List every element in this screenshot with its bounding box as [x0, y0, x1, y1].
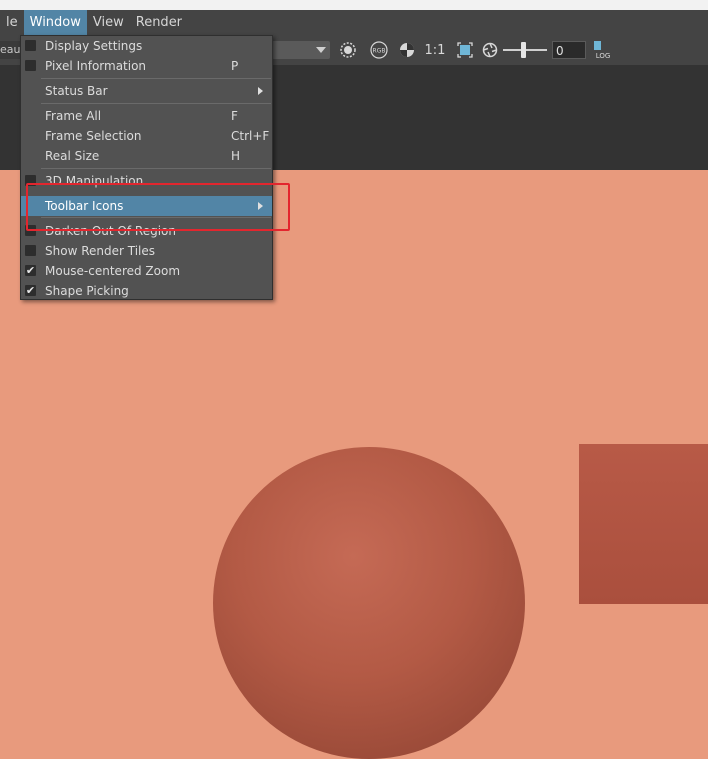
checkbox-icon[interactable] — [25, 60, 36, 71]
menu-separator — [41, 103, 271, 104]
menu-item-label: Real Size — [45, 149, 100, 163]
chevron-down-icon — [316, 47, 326, 53]
submenu-arrow-icon — [258, 87, 263, 95]
checker-icon[interactable] — [397, 40, 417, 60]
menu-separator — [41, 168, 271, 169]
menu-item-shortcut: H — [231, 149, 241, 163]
menu-file[interactable]: le — [0, 10, 24, 35]
menu-item-status-bar[interactable]: Status Bar — [21, 81, 272, 101]
menu-item-display-settings[interactable]: Display Settings — [21, 36, 272, 56]
exposure-slider-handle[interactable] — [521, 42, 526, 58]
checkbox-icon[interactable] — [25, 245, 36, 256]
menu-window[interactable]: Window — [23, 10, 87, 35]
menu-view[interactable]: View — [87, 10, 130, 35]
exposure-input[interactable]: 0 — [552, 41, 586, 59]
camera-dropdown[interactable] — [272, 41, 330, 59]
menu-separator — [41, 78, 271, 79]
menu-item-shortcut: Ctrl+F — [231, 129, 270, 143]
menu-item-shortcut: F — [231, 109, 238, 123]
log-icon[interactable]: LOG — [592, 40, 614, 60]
render-sphere — [213, 447, 525, 759]
lens-dropdown[interactable]: eau — [0, 41, 20, 59]
menu-render[interactable]: Render — [130, 10, 188, 35]
menu-item-label: Frame All — [45, 109, 102, 123]
menu-item-real-size[interactable]: Real Size H — [21, 146, 272, 166]
render-cube — [579, 444, 708, 604]
annotation-highlight-box — [26, 183, 290, 231]
menu-item-label: Status Bar — [45, 84, 108, 98]
menubar: le Window View Render — [0, 10, 708, 35]
menu-item-shortcut: P — [231, 59, 239, 73]
record-icon[interactable] — [338, 40, 358, 60]
checkmark-icon[interactable]: ✔ — [25, 285, 36, 296]
ratio-label[interactable]: 1:1 — [424, 40, 446, 60]
menu-item-label: Show Render Tiles — [45, 244, 155, 258]
menu-item-label: Display Settings — [45, 39, 143, 53]
menu-item-show-render-tiles[interactable]: Show Render Tiles — [21, 241, 272, 261]
rgb-channel-icon[interactable]: RGB — [368, 40, 390, 60]
window-menu: Display Settings Pixel Information P Sta… — [20, 35, 273, 300]
rgb-label: RGB — [373, 48, 386, 55]
menu-item-frame-selection[interactable]: Frame Selection Ctrl+F — [21, 126, 272, 146]
menu-item-label: Pixel Information — [45, 59, 147, 73]
menu-item-mouse-centered-zoom[interactable]: ✔ Mouse-centered Zoom — [21, 261, 272, 281]
menu-item-frame-all[interactable]: Frame All F — [21, 106, 272, 126]
aperture-icon[interactable] — [481, 40, 499, 60]
menu-item-label: Frame Selection — [45, 129, 142, 143]
menu-item-label: Mouse-centered Zoom — [45, 264, 181, 278]
menu-item-label: Shape Picking — [45, 284, 129, 298]
checkbox-icon[interactable] — [25, 40, 36, 51]
window-top-strip — [0, 0, 708, 10]
menu-item-pixel-information[interactable]: Pixel Information P — [21, 56, 272, 76]
checkmark-icon[interactable]: ✔ — [25, 265, 36, 276]
frame-region-icon[interactable] — [455, 40, 475, 60]
log-label: LOG — [596, 52, 611, 60]
menu-item-shape-picking[interactable]: ✔ Shape Picking — [21, 281, 272, 301]
